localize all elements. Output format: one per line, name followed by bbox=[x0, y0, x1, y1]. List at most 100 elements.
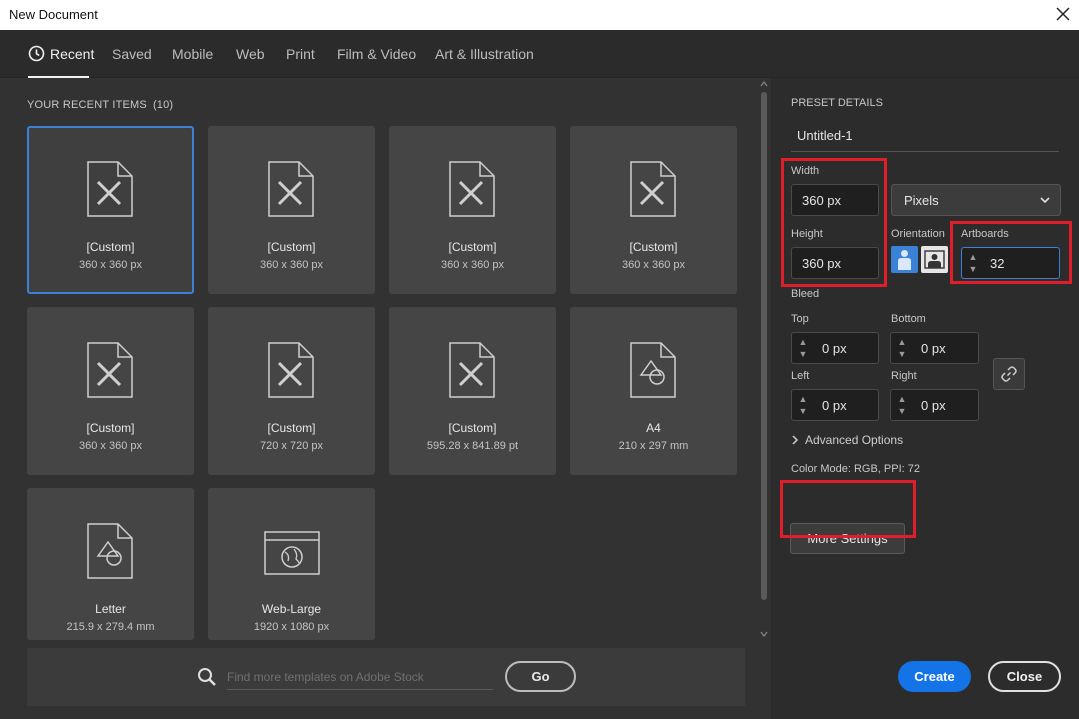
recent-item-name: Web-Large bbox=[261, 602, 322, 616]
bleed-left-value: 0 px bbox=[822, 398, 847, 413]
window-titlebar: New Document bbox=[0, 0, 1079, 30]
recent-item-size: 720 x 720 px bbox=[260, 440, 323, 452]
tab-recent[interactable]: Recent bbox=[50, 46, 94, 62]
increment-icon[interactable]: ▲ bbox=[894, 393, 910, 405]
advanced-options-label: Advanced Options bbox=[805, 433, 904, 447]
bleed-right-stepper[interactable]: ▲ ▼ bbox=[894, 393, 910, 417]
recent-item-size: 595.28 x 841.89 pt bbox=[426, 440, 519, 452]
bleed-right-input[interactable]: ▲ ▼ 0 px bbox=[890, 389, 979, 421]
width-input[interactable]: 360 px bbox=[791, 184, 879, 216]
recent-item-card[interactable]: Web-Large 1920 x 1080 px bbox=[208, 488, 375, 640]
tab-mobile[interactable]: Mobile bbox=[172, 46, 213, 62]
bleed-top-stepper[interactable]: ▲ ▼ bbox=[795, 336, 811, 360]
recent-item-size: 1920 x 1080 px bbox=[253, 621, 330, 633]
custom-doc-icon bbox=[87, 342, 133, 398]
custom-doc-icon bbox=[268, 342, 314, 398]
recent-item-size: 360 x 360 px bbox=[622, 259, 685, 271]
recent-item-name: [Custom] bbox=[448, 240, 497, 254]
bleed-bottom-value: 0 px bbox=[921, 341, 946, 356]
recent-item-card[interactable]: [Custom] 720 x 720 px bbox=[208, 307, 375, 475]
recent-item-name: [Custom] bbox=[86, 240, 135, 254]
custom-doc-icon bbox=[268, 161, 314, 217]
recent-item-card[interactable]: [Custom] 360 x 360 px bbox=[27, 126, 194, 294]
tab-web[interactable]: Web bbox=[236, 46, 265, 62]
decrement-icon[interactable]: ▼ bbox=[965, 263, 981, 275]
increment-icon[interactable]: ▲ bbox=[795, 393, 811, 405]
tab-art-illustration[interactable]: Art & Illustration bbox=[435, 46, 534, 62]
preset-details-heading: PRESET DETAILS bbox=[791, 97, 883, 109]
preset-details-pane: PRESET DETAILS Untitled-1 Width 360 px P… bbox=[771, 78, 1079, 719]
recent-items-scrollbar[interactable] bbox=[758, 78, 770, 640]
recent-item-size: 215.9 x 279.4 mm bbox=[66, 621, 155, 633]
increment-icon[interactable]: ▲ bbox=[894, 336, 910, 348]
recent-item-card[interactable]: A4 210 x 297 mm bbox=[570, 307, 737, 475]
tab-print[interactable]: Print bbox=[286, 46, 315, 62]
bleed-left-stepper[interactable]: ▲ ▼ bbox=[795, 393, 811, 417]
recent-item-card[interactable]: [Custom] 360 x 360 px bbox=[389, 126, 556, 294]
advanced-options-toggle[interactable]: Advanced Options bbox=[791, 433, 903, 447]
print-doc-icon bbox=[630, 342, 676, 398]
recent-item-size: 210 x 297 mm bbox=[618, 440, 689, 452]
color-mode-info: Color Mode: RGB, PPI: 72 bbox=[791, 463, 920, 475]
recent-item-name: [Custom] bbox=[267, 421, 316, 435]
height-input[interactable]: 360 px bbox=[791, 247, 879, 279]
recent-items-count: (10) bbox=[152, 99, 174, 111]
artboards-label: Artboards bbox=[961, 228, 1009, 240]
artboards-input[interactable]: ▲ ▼ 32 bbox=[961, 247, 1060, 279]
recent-items-heading: YOUR RECENT ITEMS (10) bbox=[27, 99, 173, 111]
recent-item-size: 360 x 360 px bbox=[260, 259, 323, 271]
decrement-icon[interactable]: ▼ bbox=[894, 405, 910, 417]
link-icon bbox=[1001, 366, 1017, 382]
more-settings-button[interactable]: More Settings bbox=[790, 523, 905, 554]
recent-items-pane: YOUR RECENT ITEMS (10) [Custom] 360 x 360… bbox=[0, 78, 771, 719]
recent-item-card[interactable]: [Custom] 360 x 360 px bbox=[208, 126, 375, 294]
scroll-down-icon[interactable] bbox=[760, 630, 768, 638]
go-button[interactable]: Go bbox=[505, 661, 576, 692]
height-value: 360 px bbox=[802, 256, 842, 271]
link-bleed-button[interactable] bbox=[993, 358, 1025, 390]
recent-item-card[interactable]: [Custom] 595.28 x 841.89 pt bbox=[389, 307, 556, 475]
increment-icon[interactable]: ▲ bbox=[795, 336, 811, 348]
new-document-dialog: Recent Saved Mobile Web Print Film & Vid… bbox=[0, 30, 1079, 719]
decrement-icon[interactable]: ▼ bbox=[795, 405, 811, 417]
units-select[interactable]: Pixels bbox=[891, 184, 1061, 216]
recent-item-size: 360 x 360 px bbox=[441, 259, 504, 271]
artboards-stepper[interactable]: ▲ ▼ bbox=[965, 251, 981, 275]
bleed-bottom-stepper[interactable]: ▲ ▼ bbox=[894, 336, 910, 360]
increment-icon[interactable]: ▲ bbox=[965, 251, 981, 263]
document-name-underline bbox=[791, 151, 1059, 152]
width-label: Width bbox=[791, 165, 820, 177]
stock-search-bar: Go bbox=[27, 648, 745, 706]
close-button[interactable]: Close bbox=[988, 661, 1061, 692]
landscape-orientation-button[interactable] bbox=[921, 246, 948, 273]
print-doc-icon bbox=[87, 523, 133, 579]
bleed-top-value: 0 px bbox=[822, 341, 847, 356]
close-window-icon[interactable] bbox=[1053, 4, 1073, 24]
decrement-icon[interactable]: ▼ bbox=[894, 348, 910, 360]
decrement-icon[interactable]: ▼ bbox=[795, 348, 811, 360]
width-value: 360 px bbox=[802, 193, 842, 208]
scrollbar-thumb[interactable] bbox=[761, 92, 767, 600]
recent-item-card[interactable]: [Custom] 360 x 360 px bbox=[570, 126, 737, 294]
category-tab-bar: Recent Saved Mobile Web Print Film & Vid… bbox=[0, 30, 1079, 78]
bleed-bottom-input[interactable]: ▲ ▼ 0 px bbox=[890, 332, 979, 364]
portrait-orientation-button[interactable] bbox=[891, 246, 918, 273]
custom-doc-icon bbox=[449, 342, 495, 398]
recent-item-name: [Custom] bbox=[448, 421, 497, 435]
tab-film-video[interactable]: Film & Video bbox=[337, 46, 416, 62]
bleed-left-input[interactable]: ▲ ▼ 0 px bbox=[791, 389, 879, 421]
custom-doc-icon bbox=[449, 161, 495, 217]
stock-search-input[interactable] bbox=[227, 664, 493, 690]
scroll-up-icon[interactable] bbox=[760, 80, 768, 88]
tab-saved[interactable]: Saved bbox=[112, 46, 152, 62]
orientation-label: Orientation bbox=[891, 228, 945, 240]
recent-item-name: [Custom] bbox=[629, 240, 678, 254]
bleed-top-input[interactable]: ▲ ▼ 0 px bbox=[791, 332, 879, 364]
document-name-field[interactable]: Untitled-1 bbox=[797, 128, 853, 143]
recent-item-card[interactable]: [Custom] 360 x 360 px bbox=[27, 307, 194, 475]
bleed-right-value: 0 px bbox=[921, 398, 946, 413]
recent-item-card[interactable]: Letter 215.9 x 279.4 mm bbox=[27, 488, 194, 640]
create-button[interactable]: Create bbox=[898, 661, 971, 692]
recent-item-name: [Custom] bbox=[267, 240, 316, 254]
landscape-person-icon bbox=[924, 250, 945, 269]
